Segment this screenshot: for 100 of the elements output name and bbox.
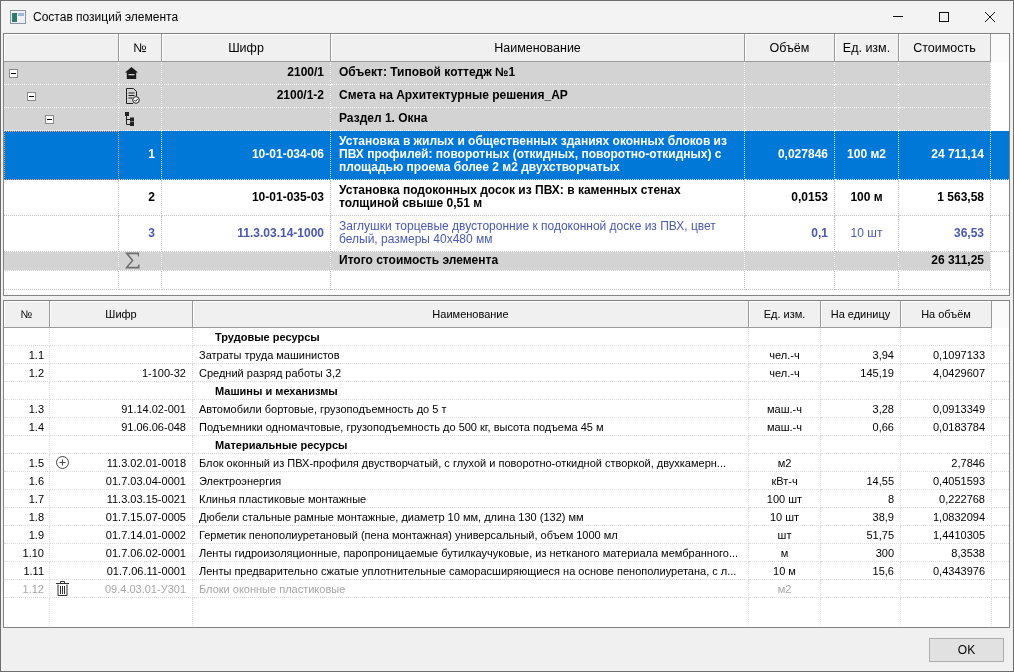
unit-text: 10 м — [773, 564, 796, 577]
resource-code: 91.14.02-001 — [121, 402, 186, 415]
unit-text: маш.-ч — [767, 420, 802, 433]
resource-name: Средний разряд работы 3,2 — [199, 366, 342, 379]
unit-text: чел.-ч — [769, 348, 800, 361]
column-header[interactable]: Объём — [745, 34, 835, 62]
resource-row[interactable]: 1.1 Затраты труда машинистов чел.-ч 3,94 0,1097133 — [4, 346, 1009, 364]
group-heading: Машины и механизмы — [215, 384, 338, 397]
unit-text: кВт-ч — [771, 474, 798, 487]
unit-text: 10 шт — [769, 510, 800, 523]
column-header[interactable]: Ед. изм. — [835, 34, 899, 62]
per-unit-value: 14,55 — [866, 474, 894, 487]
resource-name: Автомобили бортовые, грузоподъемность до 5 т — [199, 402, 447, 415]
row-number: 1.7 — [28, 492, 44, 505]
column-header[interactable]: № — [119, 34, 162, 62]
row-number: 1.10 — [22, 546, 44, 559]
per-volume-value: 1,4410305 — [933, 528, 985, 541]
column-header[interactable]: Ед. изм. — [749, 301, 821, 328]
position-code: 11.3.03.14-1000 — [237, 225, 324, 240]
per-volume-value: 8,3538 — [951, 546, 985, 559]
group-heading: Материальные ресурсы — [215, 438, 348, 451]
resource-code: 09.4.03.01-У301 — [105, 582, 186, 595]
per-volume-value: 1,0832094 — [933, 510, 985, 523]
plus-circle-icon[interactable] — [56, 456, 69, 469]
resource-row[interactable]: 1.2 1-100-32 Средний разряд работы 3,2 чел.-ч 145,19 4,0429607 — [4, 364, 1009, 382]
group-row[interactable]: 2100/1-2 Смета на Архитектурные решения_АР — [4, 85, 1009, 108]
resource-code: 01.7.06.11-0001 — [106, 564, 186, 577]
column-header[interactable]: Шифр — [50, 301, 193, 328]
per-unit-value: 8 — [887, 492, 894, 505]
row-number: 1.1 — [28, 348, 44, 361]
position-code: 2100/1-2 — [276, 88, 324, 102]
unit-text: м2 — [777, 582, 792, 595]
per-unit-value: 3,94 — [872, 348, 894, 361]
unit-text: м — [780, 546, 789, 559]
document-check-icon — [125, 87, 140, 104]
resource-row[interactable]: 1.8 01.7.15.07-0005 Дюбели стальные рамные монтажные, диаметр 10 мм, длина 130 (132) мм 10 шт 38,9 1,0832094 — [4, 508, 1009, 526]
unit-text: 100 м — [850, 189, 883, 204]
per-unit-value: 145,19 — [860, 366, 894, 379]
resource-code: 01.7.03.04-0001 — [105, 474, 186, 487]
resource-row[interactable]: 1.4 91.06.06-048 Подъемники одномачтовые, грузоподъемность до 500 кг, высота подъема 45 м маш.-ч 0,66 0,0183784 — [4, 418, 1009, 436]
per-unit-value: 38,9 — [872, 510, 894, 523]
position-number: 3 — [148, 225, 155, 240]
row-number: 1.5 — [28, 456, 44, 469]
column-header[interactable]: На объём — [901, 301, 992, 328]
group-row[interactable]: 2100/1 Объект: Типовой коттедж №1 — [4, 62, 1009, 85]
ok-button[interactable]: OK — [929, 637, 1004, 662]
column-header[interactable]: № — [4, 301, 50, 328]
per-unit-value: 3,28 — [872, 402, 894, 415]
app-icon — [10, 9, 26, 24]
resource-name: Блок оконный из ПВХ-профиля двустворчатый, с глухой и поворотно-откидной створкой, двухкамерн... — [199, 456, 726, 469]
minus-box-icon[interactable] — [45, 114, 54, 124]
unit-text: 100 шт — [766, 492, 803, 505]
resource-row[interactable]: 1.9 01.7.14.01-0002 Герметик пенополиуретановый (пена монтажная) универсальный, объем 1000 мл шт 51,75 1,4410305 — [4, 526, 1009, 544]
resource-row[interactable]: 1.7 11.3.03.15-0021 Клинья пластиковые монтажные 100 шт 8 0,222768 — [4, 490, 1009, 508]
column-header[interactable]: Наименование — [331, 34, 745, 62]
per-unit-value: 15,6 — [872, 564, 894, 577]
minimize-icon — [893, 16, 903, 17]
position-number: 2 — [148, 189, 155, 204]
resource-row[interactable]: 1.5 11.3.02.01-0018 Блок оконный из ПВХ-профиля двустворчатый, с глухой и поворотно-откидной створкой, двухкамерн... м2 2,7846 — [4, 454, 1009, 472]
position-code: 10-01-035-03 — [251, 189, 324, 204]
resource-row[interactable]: 1.6 01.7.03.04-0001 Электроэнергия кВт-ч 14,55 0,4051593 — [4, 472, 1009, 490]
minus-box-icon[interactable] — [27, 91, 36, 101]
resource-name: Ленты предварительно сжатые уплотнительные саморасширяющиеся на основе пенополиуретана, с л... — [199, 564, 737, 577]
row-number: 1.11 — [23, 564, 44, 577]
row-number: 1.6 — [28, 474, 44, 487]
volume-value: 0,1 — [811, 225, 828, 240]
group-row[interactable]: Раздел 1. Окна — [4, 108, 1009, 131]
resource-name: Затраты труда машинистов — [199, 348, 340, 361]
unit-text: м2 — [777, 456, 792, 469]
column-header[interactable]: Стоимость — [899, 34, 991, 62]
position-row[interactable]: 2 10-01-035-03 Установка подоконных досок из ПВХ: в каменных стенах толщиной свыше 0,51 м 0,0153 100 м 1 563,58 — [4, 180, 1009, 216]
column-header[interactable]: Наименование — [193, 301, 749, 328]
resource-code: 01.7.06.02-0001 — [105, 546, 186, 559]
hierarchy-icon — [125, 111, 134, 126]
position-code: 2100/1 — [287, 65, 324, 79]
position-name: Установка в жилых и общественных зданиях оконных блоков из ПВХ профилей: поворотных (откидных, поворотно-откидных) с площадью проема более 2 м2 двухстворчатых — [339, 134, 727, 174]
resource-row[interactable]: 1.11 01.7.06.11-0001 Ленты предварительно сжатые уплотнительные саморасширяющиеся на основе пенополиуретана, с л... 10 м 15,6 0,4343976 — [4, 562, 1009, 580]
resource-name: Ленты гидроизоляционные, паропроницаемые бутилкаучуковые, из нетканого материала мембранного... — [199, 546, 739, 559]
position-row[interactable]: 1 10-01-034-06 Установка в жилых и общественных зданиях оконных блоков из ПВХ профилей: поворотных (откидных, поворотно-откидных) с площадью проема более 2 м2 двухстворчатых 0,027846 100 м2 24 711,14 — [4, 131, 1009, 180]
trash-icon[interactable] — [56, 581, 69, 596]
volume-value: 0,027846 — [777, 147, 828, 161]
resource-name: Подъемники одномачтовые, грузоподъемность до 500 кг, высота подъема 45 м — [199, 420, 604, 433]
cost-value: 24 711,14 — [931, 147, 984, 161]
resource-code: 1-100-32 — [141, 366, 186, 379]
position-number: 1 — [148, 147, 155, 161]
resource-code: 91.06.06-048 — [121, 420, 186, 433]
resource-row[interactable]: 1.10 01.7.06.02-0001 Ленты гидроизоляционные, паропроницаемые бутилкаучуковые, из нетканого материала мембранного... м 300 8,3538 — [4, 544, 1009, 562]
column-header[interactable]: На единицу — [821, 301, 901, 328]
house-icon — [125, 66, 138, 79]
position-name: Раздел 1. Окна — [339, 111, 428, 125]
resource-code: 01.7.14.01-0002 — [105, 528, 186, 541]
per-volume-value: 0,0913349 — [933, 402, 985, 415]
resource-row[interactable]: 1.3 91.14.02-001 Автомобили бортовые, грузоподъемность до 5 т маш.-ч 3,28 0,0913349 — [4, 400, 1009, 418]
unit-text: 10 шт — [850, 225, 883, 240]
column-header[interactable]: Шифр — [162, 34, 331, 62]
window-title: Состав позиций элемента — [33, 9, 179, 24]
per-volume-value: 4,0429607 — [933, 366, 985, 379]
unit-text: чел.-ч — [769, 366, 800, 379]
total-cost: 26 311,25 — [931, 253, 984, 267]
minus-box-icon[interactable] — [9, 68, 18, 78]
